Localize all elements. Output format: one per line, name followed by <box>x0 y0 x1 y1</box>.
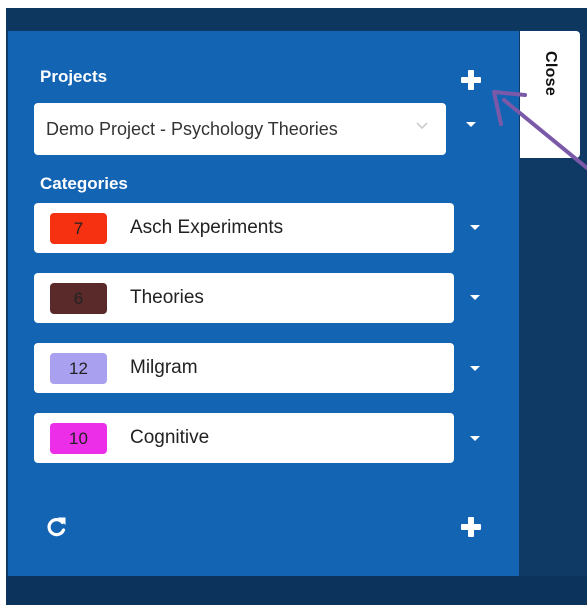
category-options-caret-icon[interactable] <box>470 436 480 441</box>
refresh-icon[interactable] <box>44 514 70 540</box>
project-select-value: Demo Project - Psychology Theories <box>46 118 338 139</box>
categories-heading: Categories <box>40 174 128 193</box>
category-row-asch-experiments[interactable]: 7 Asch Experiments <box>34 203 454 253</box>
category-count-badge: 6 <box>50 283 107 314</box>
project-options-caret-icon[interactable] <box>466 122 476 127</box>
close-tab-label: Close <box>542 51 559 97</box>
category-row-cognitive[interactable]: 10 Cognitive <box>34 413 454 463</box>
add-category-plus-icon[interactable] <box>461 517 481 537</box>
category-count-badge: 7 <box>50 213 107 244</box>
category-name: Asch Experiments <box>130 217 284 238</box>
category-name: Theories <box>130 287 204 308</box>
category-row-milgram[interactable]: 12 Milgram <box>34 343 454 393</box>
category-options-caret-icon[interactable] <box>470 366 480 371</box>
category-count-badge: 12 <box>50 353 107 384</box>
close-tab-button[interactable]: Close <box>520 31 580 158</box>
category-count-badge: 10 <box>50 423 107 454</box>
category-options-caret-icon[interactable] <box>470 225 480 230</box>
bottom-bar <box>6 576 587 605</box>
projects-heading: Projects <box>40 67 108 86</box>
category-name: Cognitive <box>130 427 210 448</box>
category-name: Milgram <box>130 357 198 378</box>
chevron-down-icon <box>416 122 428 130</box>
project-select[interactable]: Demo Project - Psychology Theories <box>34 103 446 155</box>
category-row-theories[interactable]: 6 Theories <box>34 273 454 323</box>
top-bar <box>6 8 587 30</box>
category-options-caret-icon[interactable] <box>470 295 480 300</box>
add-project-plus-icon[interactable] <box>461 70 481 90</box>
